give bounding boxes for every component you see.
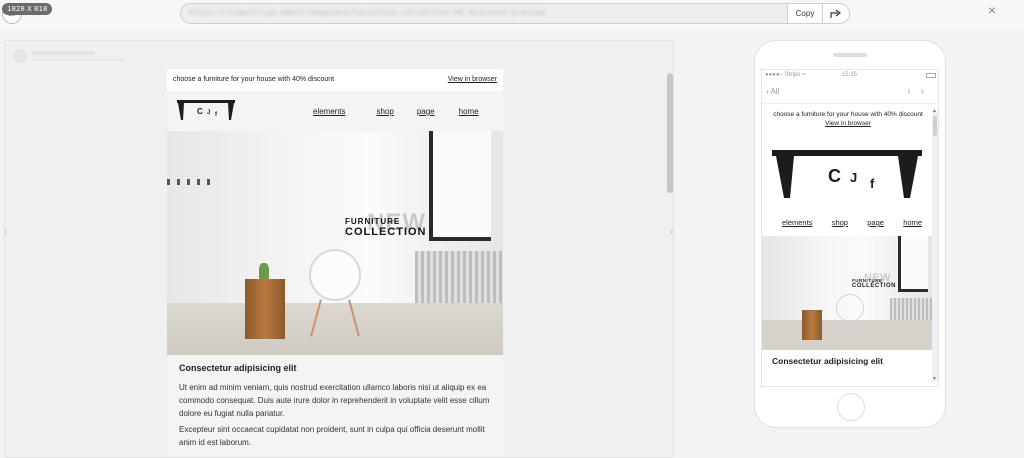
share-icon [830, 9, 841, 18]
sender-avatar-placeholder [13, 49, 27, 63]
top-toolbar: ← 1828 X 818 https://viewstripo.email/te… [0, 0, 1024, 30]
mobile-nav-link-home[interactable]: home [903, 218, 922, 227]
mobile-email-nav: elements shop page home [782, 218, 922, 227]
svg-text:C: C [197, 107, 203, 116]
mobile-preheader-text: choose a furniture for your house with 4… [773, 111, 923, 118]
email-header: C J f elements shop page home [167, 91, 503, 131]
article-block: Consectetur adipisicing elit Ut enim ad … [167, 355, 503, 457]
wire-chair [309, 249, 361, 301]
desktop-scrollbar[interactable] [667, 73, 673, 193]
plant [259, 263, 269, 279]
svg-text:J: J [207, 110, 210, 116]
mobile-nav-link-page[interactable]: page [867, 218, 884, 227]
svg-text:J: J [850, 170, 857, 185]
svg-text:C: C [828, 166, 841, 186]
phone-screen: ●●●●○ Stripo ≈ 15:15 ‹ All ‹› choose a f… [761, 69, 939, 387]
battery-icon [926, 73, 936, 78]
nav-link-shop[interactable]: shop [376, 107, 393, 116]
copy-button[interactable]: Copy [787, 4, 822, 23]
mail-navbar: ‹ All ‹› [762, 82, 938, 104]
email-nav: elements shop page home [307, 107, 479, 116]
view-in-browser-link[interactable]: View in browser [448, 76, 497, 83]
mobile-brand-logo[interactable]: C J f [772, 150, 922, 202]
mobile-scrollbar[interactable] [932, 110, 938, 382]
floor [762, 320, 934, 350]
mobile-nav-link-shop[interactable]: shop [832, 218, 848, 227]
clock: 15:15 [842, 72, 858, 78]
hero-headline: NEW FURNITURE COLLECTION [345, 209, 427, 238]
carrier-signal: ●●●●○ Stripo ≈ [765, 72, 806, 78]
mail-back-button[interactable]: ‹ All [766, 87, 779, 96]
dimensions-badge: 1828 X 818 [2, 3, 53, 15]
phone-home-button[interactable] [837, 393, 865, 421]
url-bar[interactable]: https://viewstripo.email/template/furnit… [180, 3, 850, 24]
preheader: choose a furniture for your house with 4… [167, 69, 503, 91]
mobile-nav-link-elements[interactable]: elements [782, 218, 812, 227]
preheader-text: choose a furniture for your house with 4… [173, 76, 335, 83]
article-paragraph-2: Excepteur sint occaecat cupidatat non pr… [179, 425, 485, 447]
nav-link-page[interactable]: page [417, 107, 435, 116]
hero-image: NEW FURNITURE COLLECTION [167, 131, 503, 355]
brand-logo[interactable]: C J f [177, 100, 235, 122]
nav-link-elements[interactable]: elements [313, 107, 345, 116]
mobile-hero-headline: NEW FURNITURE COLLECTION [852, 272, 896, 289]
phone-speaker [833, 53, 867, 57]
wall-hooks [167, 179, 217, 185]
sender-name-placeholder [31, 51, 95, 55]
mobile-scroll-thumb[interactable] [933, 116, 937, 136]
resize-handle-right[interactable]: › [670, 227, 673, 236]
mobile-hero-overlay-new: NEW [864, 272, 892, 284]
close-icon[interactable]: × [988, 2, 996, 18]
nav-link-home[interactable]: home [459, 107, 479, 116]
hero-line1: FURNITURE [345, 217, 401, 226]
mobile-preview: ●●●●○ Stripo ≈ 15:15 ‹ All ‹› choose a f… [754, 40, 946, 428]
sender-address-placeholder [31, 58, 127, 61]
share-button[interactable] [822, 4, 849, 23]
window [898, 236, 928, 292]
wire-chair [836, 294, 864, 322]
desktop-preview: choose a furniture for your house with 4… [4, 40, 674, 458]
url-text[interactable]: https://viewstripo.email/template/furnit… [189, 8, 789, 20]
status-bar: ●●●●○ Stripo ≈ 15:15 [762, 70, 938, 82]
mail-back-label: All [770, 87, 780, 96]
email-body: choose a furniture for your house with 4… [167, 69, 503, 457]
mobile-hero-image: NEW FURNITURE COLLECTION [762, 236, 934, 350]
article-title: Consectetur adipisicing elit [179, 363, 297, 373]
mail-prev-next[interactable]: ‹› [907, 86, 934, 97]
resize-handle-left[interactable]: ‹ [5, 227, 7, 236]
mobile-article-title: Consectetur adipisicing elit [772, 356, 883, 366]
scroll-down-icon[interactable]: ▼ [932, 376, 937, 382]
scroll-up-icon[interactable]: ▲ [932, 108, 937, 114]
floor [167, 303, 503, 355]
mobile-view-in-browser-link[interactable]: View in browser [762, 119, 934, 128]
wooden-stool [802, 310, 822, 340]
hero-line2: COLLECTION [345, 226, 427, 238]
mobile-preheader: choose a furniture for your house with 4… [762, 110, 934, 128]
svg-text:f: f [215, 112, 218, 118]
window [429, 131, 491, 241]
wooden-stool [245, 279, 285, 339]
svg-text:f: f [870, 176, 875, 191]
article-paragraph-1: Ut enim ad minim veniam, quis nostrud ex… [179, 383, 490, 418]
